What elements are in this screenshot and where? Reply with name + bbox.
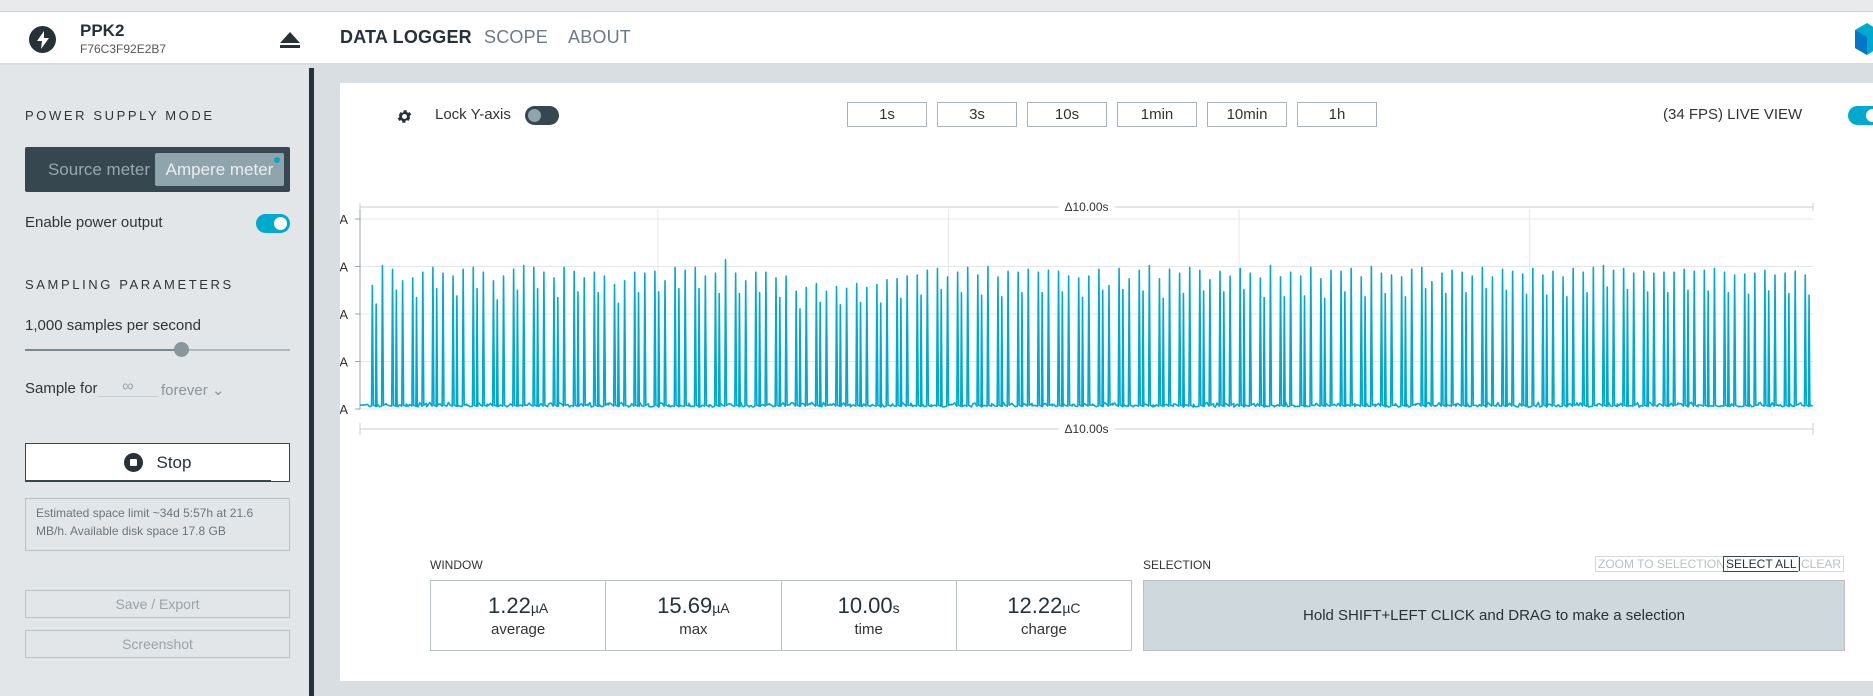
device-name: PPK2 [80, 21, 125, 40]
max-unit: µA [712, 600, 730, 616]
top-range-label: Δ10.00s [1064, 200, 1108, 214]
charge-label: charge [1020, 621, 1067, 638]
time-unit: s [892, 600, 900, 616]
sidebar: POWER SUPPLY MODE Source meter Ampere me… [0, 65, 309, 696]
zoom-to-selection-button[interactable]: ZOOM TO SELECTION [1595, 556, 1728, 572]
ampere-meter-label: Ampere meter [165, 159, 274, 179]
space-limit-info: Estimated space limit ~34d 5:57h at 21.6… [25, 498, 290, 551]
stop-icon [123, 453, 143, 472]
sidebar-resize-handle[interactable] [309, 68, 314, 696]
average-unit: µA [530, 600, 549, 616]
sample-unit-dropdown[interactable]: forever ⌄ [161, 381, 224, 399]
stat-charge: 12.22µC charge [957, 581, 1131, 650]
screenshot-button[interactable]: Screenshot [25, 630, 290, 658]
sample-rate-slider[interactable] [25, 342, 290, 357]
chevron-down-icon: ⌄ [211, 382, 225, 399]
select-all-button[interactable]: SELECT ALL [1723, 556, 1800, 572]
source-meter-option[interactable]: Source meter [31, 153, 167, 186]
device-power-icon [29, 26, 56, 53]
stop-button-label: Stop [156, 452, 192, 472]
sampling-parameters-title: SAMPLING PARAMETERS [25, 277, 234, 292]
average-label: average [491, 621, 546, 638]
toggle-knob [528, 109, 541, 122]
toggle-knob [1866, 109, 1873, 122]
window-stats: 1.22µA average 15.69µA max 10.00s time 1… [430, 580, 1132, 651]
sample-for-label: Sample for [25, 380, 98, 397]
average-value: 1.22 [488, 593, 531, 618]
selection-title: SELECTION [1143, 558, 1212, 572]
power-supply-mode-title: POWER SUPPLY MODE [25, 108, 215, 123]
sample-duration-input[interactable]: ∞ [98, 378, 158, 397]
live-view-label: (34 FPS) LIVE VIEW [1663, 106, 1803, 123]
enable-power-label: Enable power output [25, 214, 163, 231]
stat-average: 1.22µA average [431, 581, 607, 650]
selected-indicator-dot [274, 157, 280, 163]
toggle-knob [274, 217, 287, 230]
time-label: time [854, 621, 883, 638]
power-mode-switch: Source meter Ampere meter [25, 147, 290, 192]
lock-y-axis-label: Lock Y-axis [435, 106, 511, 123]
stop-progress-line [26, 480, 271, 482]
current-trace-line [359, 259, 1814, 408]
bottom-range-label: Δ10.00s [1064, 422, 1108, 436]
stat-max: 15.69µA max [606, 581, 782, 650]
device-serial: F76C3F92E2B7 [80, 42, 167, 56]
tab-about[interactable]: ABOUT [568, 27, 631, 48]
y-tick-label: 5 µA [340, 355, 348, 370]
stat-time: 10.00s time [782, 581, 957, 650]
y-tick-label: 10 µA [340, 307, 348, 322]
tab-data-logger[interactable]: DATA LOGGER [340, 27, 472, 48]
current-chart[interactable]: Δ10.00s 0 nA 5 µA 10 µA 15 µA 20 µA Δ10.00s [340, 123, 1873, 613]
slider-thumb[interactable] [174, 342, 190, 357]
charge-value: 12.22 [1007, 593, 1063, 618]
nordic-logo-icon [1853, 22, 1873, 56]
time-value: 10.00 [837, 593, 893, 618]
charge-unit: µC [1062, 600, 1081, 616]
enable-power-toggle[interactable] [256, 214, 290, 233]
samples-per-second-label: 1,000 samples per second [25, 317, 201, 334]
app-header: PPK2 F76C3F92E2B7 DATA LOGGER SCOPE ABOU… [0, 12, 1873, 64]
tab-scope[interactable]: SCOPE [484, 27, 548, 48]
save-export-button[interactable]: Save / Export [25, 590, 290, 618]
y-tick-label: 15 µA [340, 260, 348, 275]
selection-hint-box[interactable]: Hold SHIFT+LEFT CLICK and DRAG to make a… [1143, 580, 1845, 651]
eject-icon[interactable] [278, 28, 302, 52]
window-stats-title: WINDOW [430, 558, 483, 572]
y-tick-label: 0 nA [340, 402, 348, 417]
y-tick-label: 20 µA [340, 212, 348, 227]
clear-selection-button[interactable]: CLEAR [1798, 556, 1845, 572]
sample-unit-label: forever [161, 382, 208, 399]
slider-fill [25, 349, 182, 351]
data-logger-panel: Lock Y-axis 1s 3s 10s 1min 10min 1h (34 … [340, 83, 1873, 681]
ampere-meter-option[interactable]: Ampere meter [155, 153, 284, 186]
window-top-strip [0, 0, 1873, 12]
max-label: max [679, 621, 708, 638]
stop-button[interactable]: Stop [25, 443, 290, 482]
max-value: 15.69 [657, 593, 713, 618]
